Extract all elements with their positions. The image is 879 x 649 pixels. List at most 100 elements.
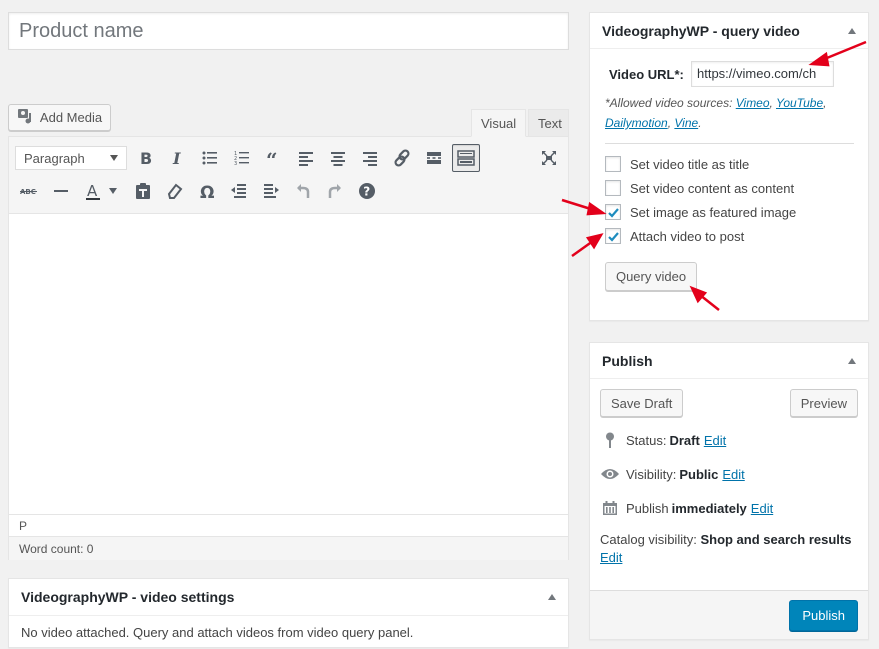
- text-color-dropdown[interactable]: [105, 177, 121, 205]
- source-link-youtube[interactable]: YouTube: [776, 96, 823, 110]
- bold-button[interactable]: B: [132, 144, 160, 172]
- bullet-list-button[interactable]: [196, 144, 224, 172]
- option-label: Set image as featured image: [630, 204, 797, 220]
- outdent-button[interactable]: [225, 177, 253, 205]
- text-color-icon: A: [86, 182, 100, 200]
- align-center-icon: [331, 152, 345, 166]
- allowed-sources-prefix: *Allowed video sources:: [605, 96, 736, 110]
- help-icon: ?: [359, 183, 375, 199]
- checkbox-video-title[interactable]: [605, 156, 621, 172]
- catalog-visibility-row: Catalog visibility: Shop and search resu…: [600, 531, 858, 567]
- option-label: Set video title as title: [630, 156, 750, 172]
- tab-text[interactable]: Text: [528, 109, 569, 137]
- svg-text:B: B: [140, 149, 152, 168]
- align-right-button[interactable]: [356, 144, 384, 172]
- edit-visibility-link[interactable]: Edit: [722, 467, 744, 482]
- read-more-icon: [427, 152, 441, 164]
- calendar-icon: [600, 500, 620, 516]
- align-left-button[interactable]: [292, 144, 320, 172]
- publish-button[interactable]: Publish: [789, 599, 858, 631]
- numbered-list-button[interactable]: 123: [228, 144, 256, 172]
- collapse-arrow-icon[interactable]: [848, 357, 856, 364]
- strikethrough-button[interactable]: ABC: [15, 177, 43, 205]
- schedule-value: immediately: [671, 500, 747, 516]
- query-video-button[interactable]: Query video: [605, 262, 697, 291]
- edit-schedule-link[interactable]: Edit: [751, 501, 773, 516]
- collapse-arrow-icon[interactable]: [548, 594, 556, 600]
- indent-button[interactable]: [257, 177, 285, 205]
- edit-status-link[interactable]: Edit: [704, 433, 726, 448]
- source-link-dailymotion[interactable]: Dailymotion: [605, 116, 668, 130]
- query-video-title: VideographyWP - query video: [602, 22, 800, 39]
- option-video-title[interactable]: Set video title as title: [605, 152, 854, 176]
- fullscreen-icon: [542, 151, 556, 165]
- source-link-vimeo[interactable]: Vimeo: [736, 96, 770, 110]
- svg-text:3: 3: [234, 161, 237, 167]
- schedule-row: Publish immediately Edit: [600, 497, 858, 519]
- undo-button[interactable]: [289, 177, 317, 205]
- paste-as-text-button[interactable]: [129, 177, 157, 205]
- option-featured-image[interactable]: Set image as featured image: [605, 200, 854, 224]
- editor-content-area[interactable]: [9, 214, 568, 514]
- svg-text:?: ?: [363, 185, 370, 199]
- insert-link-button[interactable]: [388, 144, 416, 172]
- preview-button[interactable]: Preview: [789, 389, 858, 417]
- toolbar-toggle-button[interactable]: [452, 144, 480, 172]
- query-video-header: VideographyWP - query video: [590, 13, 868, 49]
- redo-button[interactable]: [321, 177, 349, 205]
- align-center-button[interactable]: [324, 144, 352, 172]
- option-video-content[interactable]: Set video content as content: [605, 176, 854, 200]
- video-settings-header: VideographyWP - video settings: [9, 579, 568, 616]
- product-name-input[interactable]: Product name: [8, 12, 569, 50]
- svg-text:I: I: [172, 149, 181, 168]
- blockquote-button[interactable]: “: [260, 144, 288, 172]
- edit-catalog-visibility-link[interactable]: Edit: [600, 550, 622, 565]
- align-left-icon: [299, 152, 313, 166]
- tab-visual[interactable]: Visual: [471, 109, 527, 137]
- bold-icon: B: [140, 149, 152, 168]
- save-draft-button[interactable]: Save Draft: [600, 389, 684, 417]
- undo-icon: [297, 184, 310, 198]
- special-character-icon: Ω: [200, 183, 214, 201]
- checkbox-featured-image[interactable]: [605, 204, 621, 220]
- read-more-button[interactable]: [420, 144, 448, 172]
- checkmark-icon: [607, 207, 619, 218]
- add-media-label: Add Media: [39, 110, 103, 125]
- text-color-button[interactable]: A: [79, 177, 107, 205]
- bullet-list-icon: [202, 151, 217, 165]
- checkbox-attach-video[interactable]: [605, 228, 621, 244]
- option-label: Attach video to post: [630, 228, 745, 244]
- visibility-label: Visibility:: [626, 466, 677, 482]
- add-media-button[interactable]: Add Media: [8, 104, 111, 131]
- major-publishing-actions: Publish: [590, 590, 868, 639]
- paste-text-icon: [136, 183, 150, 199]
- source-link-vine[interactable]: Vine: [674, 116, 698, 130]
- help-button[interactable]: ?: [353, 177, 381, 205]
- checkbox-video-content[interactable]: [605, 180, 621, 196]
- visibility-row: Visibility: Public Edit: [600, 463, 858, 485]
- fullscreen-button[interactable]: [535, 144, 563, 172]
- divider: [605, 143, 854, 144]
- checkmark-icon: [607, 231, 619, 242]
- horizontal-line-icon: [54, 190, 68, 192]
- option-attach-video[interactable]: Attach video to post: [605, 224, 854, 248]
- chevron-down-icon: [109, 188, 117, 194]
- video-url-input[interactable]: https://vimeo.com/ch: [691, 61, 834, 87]
- redo-icon: [328, 184, 341, 198]
- word-count: Word count: 0: [9, 536, 568, 560]
- element-path: P: [9, 514, 568, 536]
- pin-icon: [600, 432, 620, 448]
- special-character-button[interactable]: Ω: [193, 177, 221, 205]
- format-select[interactable]: Paragraph: [15, 146, 127, 170]
- collapse-arrow-icon[interactable]: [848, 27, 856, 34]
- link-icon: [394, 149, 410, 167]
- italic-button[interactable]: I: [164, 144, 192, 172]
- strikethrough-icon: ABC: [20, 188, 37, 196]
- status-label: Status:: [626, 432, 667, 448]
- video-settings-title: VideographyWP - video settings: [21, 589, 235, 605]
- clear-formatting-button[interactable]: [161, 177, 189, 205]
- video-url-label: Video URL*:: [609, 66, 684, 82]
- blockquote-icon: “: [266, 148, 278, 168]
- horizontal-line-button[interactable]: [47, 177, 75, 205]
- format-select-value: Paragraph: [24, 150, 85, 166]
